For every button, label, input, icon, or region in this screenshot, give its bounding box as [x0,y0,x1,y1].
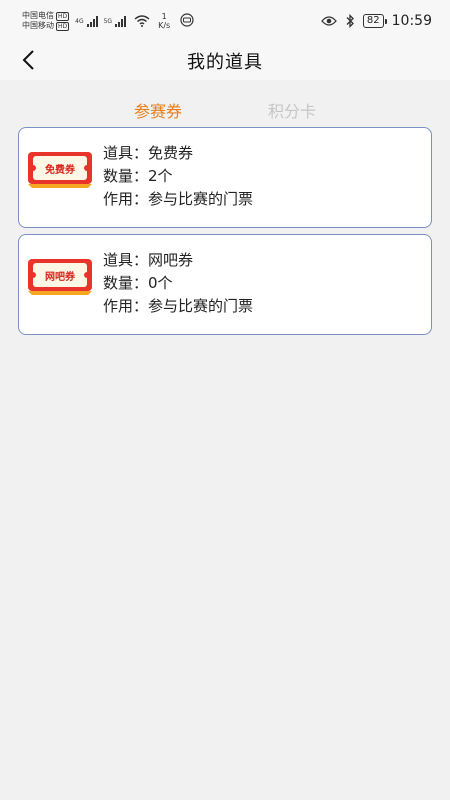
back-button[interactable] [14,44,42,76]
carrier-2: 中国移动 [22,21,54,30]
ticket-icon: 免费券 [28,152,92,188]
speed-value: 1 [161,12,167,21]
hd-badge-1: HD [56,11,70,21]
carrier-1: 中国电信 [22,11,54,20]
carrier-info: 中国电信 HD 中国移动 HD [22,11,70,31]
signal-icon [115,15,127,27]
prop-card[interactable]: 网吧券 道具：网吧券 数量：0个 作用：参与比赛的门票 [18,234,432,335]
prop-name: 道具：免费券 [103,144,194,162]
prop-info: 道具：网吧券 数量：0个 作用：参与比赛的门票 [103,249,253,318]
bluetooth-icon [346,14,354,28]
tab-bar: 参赛券 积分卡 [0,98,450,126]
page-title: 我的道具 [187,52,263,73]
ticket-label: 免费券 [45,164,75,176]
network-5g-label: 5G [103,17,113,25]
prop-name: 道具：网吧券 [103,251,194,269]
prop-count: 数量：2个 [103,167,173,185]
speed-unit: K/s [158,21,171,30]
prop-info: 道具：免费券 数量：2个 作用：参与比赛的门票 [103,142,253,211]
clock: 10:59 [391,13,432,29]
app-notification-icon [180,13,194,29]
status-bar: 中国电信 HD 中国移动 HD 4G 5G 1 K/s 82 10:59 [0,0,450,42]
wifi-icon [134,15,150,27]
ticket-label: 网吧券 [45,271,75,283]
signal-icon [86,15,98,27]
prop-card[interactable]: 免费券 道具：免费券 数量：2个 作用：参与比赛的门票 [18,127,432,228]
hd-badge-2: HD [56,21,70,31]
eye-icon [321,16,337,26]
prop-count: 数量：0个 [103,274,173,292]
tab-points-card[interactable]: 积分卡 [268,98,316,126]
app-header: 我的道具 [0,42,450,80]
network-speed: 1 K/s [158,12,170,30]
tab-entry-tickets[interactable]: 参赛券 [134,98,182,126]
network-4g-label: 4G [75,17,84,25]
prop-usage: 作用：参与比赛的门票 [103,190,254,208]
ticket-icon: 网吧券 [28,259,92,295]
battery-indicator: 82 [362,14,387,28]
chevron-left-icon [22,50,34,70]
prop-usage: 作用：参与比赛的门票 [103,297,254,315]
